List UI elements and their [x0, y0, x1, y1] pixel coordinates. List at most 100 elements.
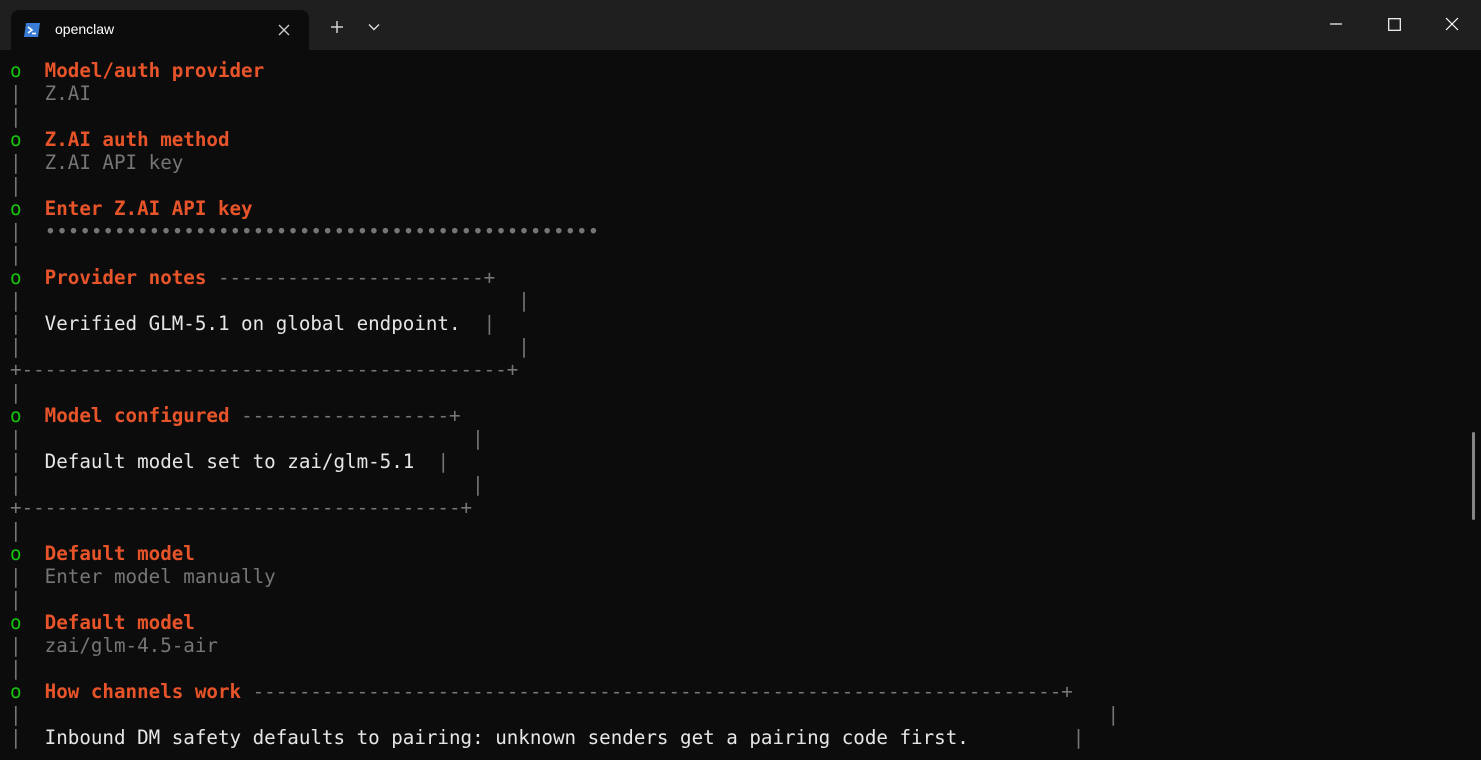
line-value: Enter model manually	[44, 565, 276, 588]
terminal-line: o Model/auth provider	[10, 59, 264, 82]
line-gutter: |	[10, 289, 22, 312]
terminal-line: | |	[10, 473, 484, 496]
line-gutter: |	[10, 588, 22, 611]
terminal-line: | Z.AI	[10, 82, 91, 105]
line-gutter: |	[10, 243, 22, 266]
line-gutter: |	[10, 312, 22, 335]
window-close-icon[interactable]	[1423, 0, 1481, 48]
terminal-line: o Default model	[10, 542, 195, 565]
line-gutter: o	[10, 680, 22, 703]
terminal-line: o Model configured ------------------+	[10, 404, 461, 427]
terminal-line: +---------------------------------------…	[10, 358, 518, 381]
terminal-line: | zai/glm-4.5-air	[10, 634, 218, 657]
section-heading: Z.AI auth method	[44, 128, 230, 151]
terminal-line: |	[10, 657, 22, 680]
line-gutter: +	[10, 496, 22, 519]
line-gutter: |	[10, 703, 22, 726]
terminal-line: | Inbound DM safety defaults to pairing:…	[10, 726, 1084, 749]
terminal-line: | ••••••••••••••••••••••••••••••••••••••…	[10, 220, 599, 243]
terminal-line: | |	[10, 427, 484, 450]
line-gutter: o	[10, 404, 22, 427]
box-border-right: |	[414, 450, 449, 473]
plus-icon[interactable]	[326, 16, 348, 38]
line-gutter: o	[10, 542, 22, 565]
terminal-line: |	[10, 519, 22, 542]
terminal-line: o How channels work --------------------…	[10, 680, 1073, 703]
line-gutter: o	[10, 266, 22, 289]
terminal-line: |	[10, 105, 22, 128]
line-gutter: |	[10, 174, 22, 197]
line-gutter: |	[10, 220, 22, 243]
chevron-down-icon[interactable]	[363, 16, 385, 38]
line-gutter: o	[10, 611, 22, 634]
line-gutter: |	[10, 473, 22, 496]
line-gutter: |	[10, 427, 22, 450]
line-gutter: o	[10, 197, 22, 220]
box-border-right: |	[44, 703, 1119, 726]
terminal-line: | Default model set to zai/glm-5.1 |	[10, 450, 449, 473]
line-gutter: o	[10, 59, 22, 82]
box-border: ----------------------------------------…	[21, 358, 519, 381]
line-gutter: |	[10, 519, 22, 542]
box-border: -----------------------+	[206, 266, 496, 289]
box-border-right: |	[460, 312, 496, 335]
line-gutter: |	[10, 657, 22, 680]
terminal-line: | Z.AI API key	[10, 151, 183, 174]
box-border: ----------------------------------------…	[241, 680, 1073, 703]
terminal-window: openclaw o Model/auth provider | Z.AI | …	[0, 0, 1481, 760]
title-bar: openclaw	[0, 0, 1481, 50]
line-gutter: |	[10, 105, 22, 128]
section-heading: Default model	[44, 611, 195, 634]
box-border-right: |	[44, 473, 484, 496]
line-gutter: +	[10, 358, 22, 381]
line-gutter: |	[10, 565, 22, 588]
line-gutter: |	[10, 151, 22, 174]
line-gutter: o	[10, 128, 22, 151]
note-text: Default model set to zai/glm-5.1	[44, 450, 415, 473]
line-gutter: |	[10, 634, 22, 657]
section-heading: How channels work	[44, 680, 242, 703]
section-heading: Provider notes	[44, 266, 207, 289]
terminal-line: | |	[10, 335, 530, 358]
terminal-line: o Z.AI auth method	[10, 128, 230, 151]
terminal-line: |	[10, 174, 22, 197]
terminal-line: |	[10, 381, 22, 404]
line-gutter: |	[10, 335, 22, 358]
note-text: Verified GLM-5.1 on global endpoint.	[44, 312, 461, 335]
note-text: Inbound DM safety defaults to pairing: u…	[44, 726, 969, 749]
line-gutter: |	[10, 82, 22, 105]
terminal-line: o Provider notes -----------------------…	[10, 266, 495, 289]
section-heading: Model configured	[44, 404, 230, 427]
scrollbar-thumb[interactable]	[1472, 432, 1475, 520]
line-value: zai/glm-4.5-air	[44, 634, 218, 657]
box-border-right: |	[968, 726, 1085, 749]
terminal-line: | |	[10, 289, 530, 312]
terminal-line: +--------------------------------------+	[10, 496, 472, 519]
line-gutter: |	[10, 726, 22, 749]
minimize-icon[interactable]	[1307, 0, 1365, 48]
powershell-icon	[23, 21, 41, 39]
box-border-right: |	[44, 335, 530, 358]
line-gutter: |	[10, 381, 22, 404]
section-heading: Model/auth provider	[44, 59, 265, 82]
section-heading: Enter Z.AI API key	[44, 197, 253, 220]
box-border-right: |	[44, 289, 530, 312]
maximize-icon[interactable]	[1365, 0, 1423, 48]
terminal-line: | Enter model manually	[10, 565, 276, 588]
line-value: Z.AI API key	[44, 151, 184, 174]
line-value: Z.AI	[44, 82, 91, 105]
terminal-line: |	[10, 243, 22, 266]
line-gutter: |	[10, 450, 22, 473]
section-heading: Default model	[44, 542, 195, 565]
terminal-line: | Verified GLM-5.1 on global endpoint. |	[10, 312, 495, 335]
tab-title: openclaw	[55, 21, 115, 37]
terminal-line: o Default model	[10, 611, 195, 634]
box-border-right: |	[44, 427, 484, 450]
masked-api-key: ••••••••••••••••••••••••••••••••••••••••…	[44, 220, 600, 243]
terminal-line: |	[10, 588, 22, 611]
box-border: --------------------------------------+	[21, 496, 473, 519]
close-icon[interactable]	[275, 21, 293, 39]
terminal-output[interactable]: o Model/auth provider | Z.AI | o Z.AI auth …	[0, 50, 1481, 760]
tab-openclaw[interactable]: openclaw	[11, 10, 309, 50]
terminal-line: | |	[10, 703, 1119, 726]
